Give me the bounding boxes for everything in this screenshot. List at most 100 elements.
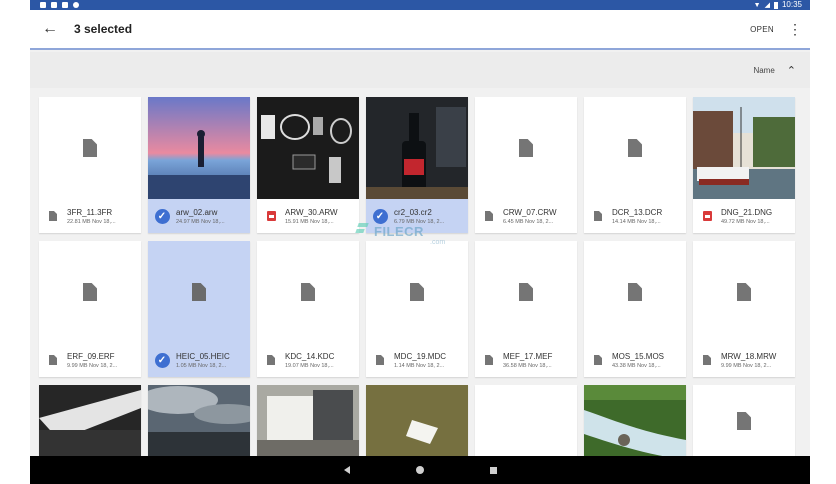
- wifi-icon: ▼: [753, 1, 761, 9]
- file-tile[interactable]: ✓ HEIC_05.HEIC 1.05 MB Nov 18, 2...: [148, 241, 250, 377]
- watermark: FILECR .com: [356, 222, 445, 247]
- file-thumbnail: [366, 385, 468, 457]
- file-type-icon: [475, 201, 503, 231]
- image-file-icon: [257, 201, 285, 231]
- nav-home-button[interactable]: [415, 466, 424, 474]
- document-icon: [410, 283, 424, 301]
- file-meta: KDC_14.KDC 19.07 MB Nov 18,...: [257, 345, 359, 377]
- document-icon: [49, 211, 57, 221]
- check-circle-icon: ✓: [148, 345, 176, 375]
- file-tile[interactable]: ARW_30.ARW 15.91 MB Nov 18,...: [257, 97, 359, 233]
- file-tile[interactable]: DCR_13.DCR 14.14 MB Nov 18,...: [584, 97, 686, 233]
- file-tile[interactable]: [693, 385, 795, 457]
- file-placeholder: [475, 385, 577, 457]
- file-tile[interactable]: [584, 385, 686, 457]
- file-tile[interactable]: MRW_18.MRW 9.99 MB Nov 18, 2...: [693, 241, 795, 377]
- arrow-left-icon[interactable]: ←: [34, 13, 66, 45]
- file-tile[interactable]: [475, 385, 577, 457]
- file-meta: MOS_15.MOS 43.38 MB Nov 18,...: [584, 345, 686, 377]
- check-circle-icon[interactable]: ✓: [154, 208, 170, 224]
- file-tile[interactable]: CRW_07.CRW 6.45 MB Nov 18, 2...: [475, 97, 577, 233]
- sort-by-name-button[interactable]: Name: [753, 66, 774, 75]
- document-icon: [628, 139, 642, 157]
- battery-icon: [773, 2, 778, 9]
- sd-card-status-icon: [62, 2, 68, 8]
- nav-back-button[interactable]: [343, 466, 350, 474]
- file-name: ARW_30.ARW: [285, 208, 338, 217]
- file-tile[interactable]: KDC_14.KDC 19.07 MB Nov 18,...: [257, 241, 359, 377]
- file-type-icon: [366, 345, 394, 375]
- file-meta: ARW_30.ARW 15.91 MB Nov 18,...: [257, 201, 359, 233]
- document-icon: [485, 211, 493, 221]
- check-circle-icon[interactable]: ✓: [154, 352, 170, 368]
- file-tile[interactable]: [148, 385, 250, 457]
- document-icon: [519, 139, 533, 157]
- square-recents-icon: [489, 466, 497, 474]
- selection-count-title: 3 selected: [74, 22, 133, 36]
- file-placeholder: [693, 241, 795, 343]
- photo-preview: [366, 385, 468, 457]
- file-tile[interactable]: 3FR_11.3FR 22.81 MB Nov 18,...: [39, 97, 141, 233]
- more-vert-icon[interactable]: ⋮: [788, 21, 802, 38]
- action-bar: ← 3 selected OPEN ⋮: [30, 10, 810, 50]
- file-tile[interactable]: ERF_09.ERF 9.99 MB Nov 18, 2...: [39, 241, 141, 377]
- signal-icon: ◢: [764, 2, 770, 9]
- file-thumbnail: [148, 385, 250, 457]
- file-tile[interactable]: [366, 385, 468, 457]
- file-type-icon: [693, 345, 721, 375]
- file-name: DCR_13.DCR: [612, 208, 663, 217]
- document-icon: [703, 355, 711, 365]
- file-name: MOS_15.MOS: [612, 352, 665, 361]
- file-tile[interactable]: MEF_17.MEF 36.58 MB Nov 18,...: [475, 241, 577, 377]
- file-tile[interactable]: ✓ cr2_03.cr2 6.79 MB Nov 18, 2...: [366, 97, 468, 233]
- file-thumbnail: [39, 385, 141, 457]
- document-icon: [376, 355, 384, 365]
- file-type-icon: [584, 345, 612, 375]
- status-time: 10:35: [781, 0, 802, 9]
- file-meta: 3FR_11.3FR 22.81 MB Nov 18,...: [39, 201, 141, 233]
- file-info: 43.38 MB Nov 18,...: [612, 363, 661, 369]
- image-file-icon: [702, 211, 712, 221]
- nav-recents-button[interactable]: [489, 466, 497, 474]
- file-name: MEF_17.MEF: [503, 352, 553, 361]
- photo-preview: [257, 385, 359, 457]
- file-placeholder: [584, 97, 686, 199]
- file-name: ERF_09.ERF: [67, 352, 115, 361]
- file-info: 24.97 MB Nov 18,...: [176, 219, 225, 225]
- photo-preview: [39, 385, 141, 457]
- file-info: 15.91 MB Nov 18,...: [285, 219, 334, 225]
- file-tile[interactable]: MOS_15.MOS 43.38 MB Nov 18,...: [584, 241, 686, 377]
- file-info: 22.81 MB Nov 18,...: [67, 219, 116, 225]
- file-meta: CRW_07.CRW 6.45 MB Nov 18, 2...: [475, 201, 577, 233]
- file-grid: 3FR_11.3FR 22.81 MB Nov 18,... ✓ arw_02.arw…: [39, 97, 795, 457]
- file-tile[interactable]: [257, 385, 359, 457]
- chevron-up-icon[interactable]: ⌃: [787, 64, 796, 77]
- file-meta: MDC_19.MDC 1.14 MB Nov 18, 2...: [366, 345, 468, 377]
- file-placeholder: [475, 241, 577, 343]
- file-tile[interactable]: [39, 385, 141, 457]
- file-tile[interactable]: ✓ arw_02.arw 24.97 MB Nov 18,...: [148, 97, 250, 233]
- photo-preview: [584, 385, 686, 457]
- file-info: 49.72 MB Nov 18,...: [721, 219, 770, 225]
- navigation-bar: [30, 456, 810, 484]
- filecr-logo-icon: [356, 222, 370, 240]
- file-placeholder: [39, 241, 141, 343]
- document-icon: [49, 355, 57, 365]
- photo-preview: [693, 97, 795, 199]
- file-type-icon: [257, 345, 285, 375]
- file-tile[interactable]: DNG_21.DNG 49.72 MB Nov 18,...: [693, 97, 795, 233]
- document-icon: [83, 139, 97, 157]
- open-button[interactable]: OPEN: [750, 25, 774, 34]
- photo-preview: [148, 97, 250, 199]
- file-tile[interactable]: MDC_19.MDC 1.14 MB Nov 18, 2...: [366, 241, 468, 377]
- file-meta: ✓ HEIC_05.HEIC 1.05 MB Nov 18, 2...: [148, 345, 250, 377]
- file-placeholder: [39, 97, 141, 199]
- file-thumbnail: [584, 385, 686, 457]
- file-name: cr2_03.cr2: [394, 208, 432, 217]
- file-placeholder: [366, 241, 468, 343]
- image-file-icon: [693, 201, 721, 231]
- document-icon: [594, 355, 602, 365]
- triangle-back-icon: [343, 466, 350, 474]
- status-bar: ▼ ◢ 10:35: [30, 0, 810, 10]
- document-icon: [192, 283, 206, 301]
